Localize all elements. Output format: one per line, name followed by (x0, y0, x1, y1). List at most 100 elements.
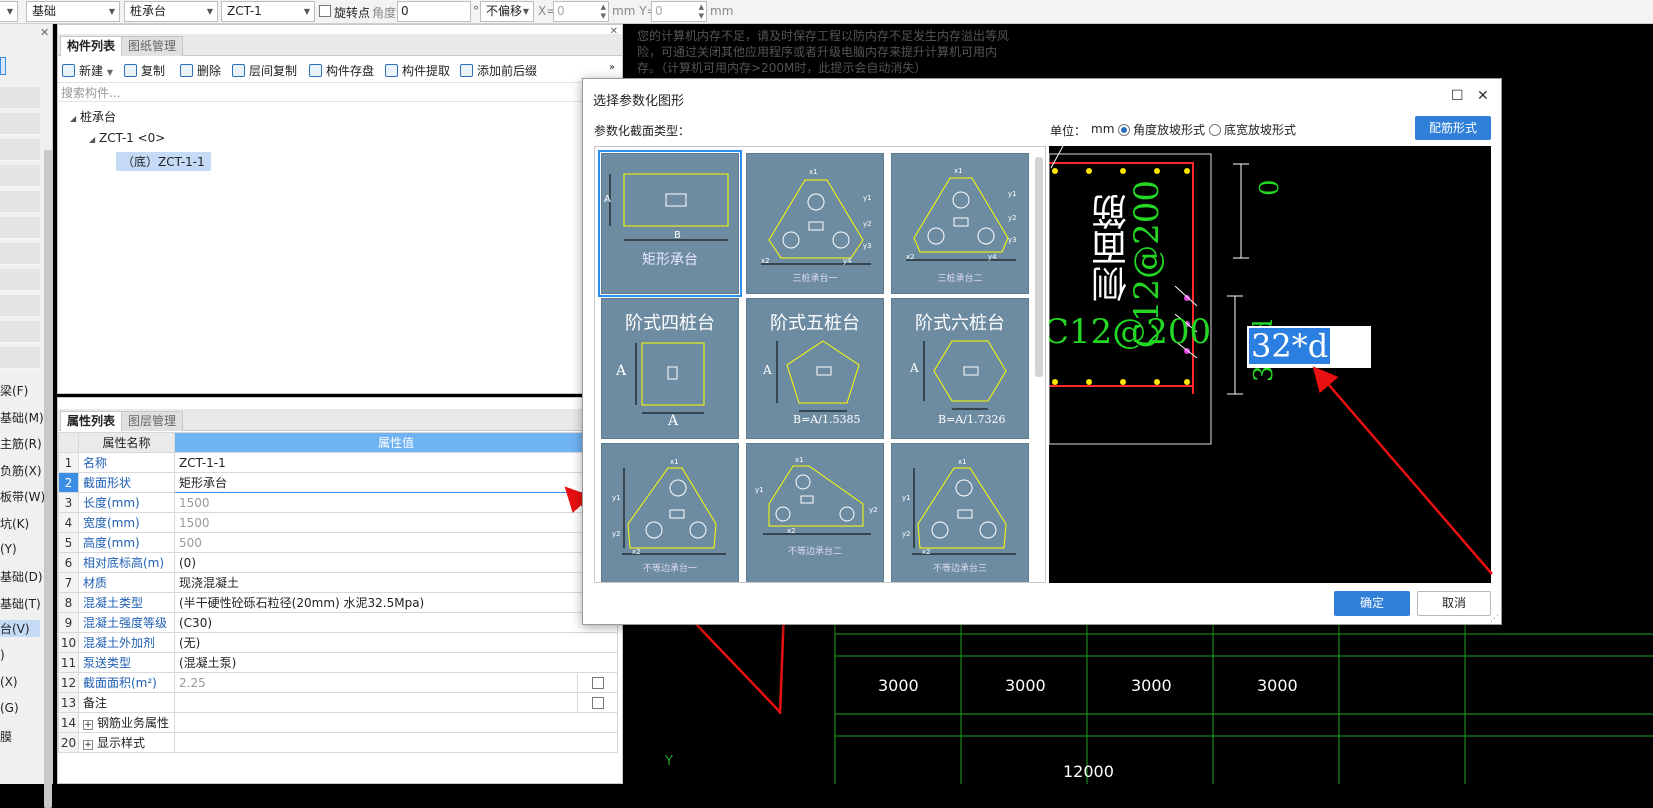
table-row[interactable]: 8 混凝土类型 (半干硬性砼砾石粒径(20mm) 水泥32.5Mpa) (58, 592, 618, 613)
nav-button[interactable] (0, 87, 40, 109)
nav-label[interactable]: 梁(F) (0, 382, 28, 399)
nav-selected-indicator[interactable] (0, 57, 6, 75)
radio-icon[interactable] (1118, 124, 1130, 136)
type-select[interactable]: 基础 ▼ (26, 1, 120, 22)
table-row[interactable]: 1 名称 ZCT-1-1 (58, 452, 618, 473)
row-checkbox[interactable] (591, 696, 604, 709)
tab-layer-manager[interactable]: 图层管理 (121, 411, 184, 431)
nav-button[interactable] (0, 269, 40, 291)
nav-button[interactable] (0, 321, 40, 343)
layer-select[interactable]: ▼ (0, 1, 18, 22)
dim-label: 3000 (1005, 676, 1046, 695)
table-row[interactable]: 20 + 显示样式 (58, 732, 618, 753)
thumb-step-six[interactable]: 阶式六桩台 A B=A/1.7326 (891, 298, 1029, 439)
radio-width[interactable]: 底宽放坡形式 (1209, 121, 1296, 138)
table-row[interactable]: 3 长度(mm) 1500 (58, 492, 618, 513)
nav-button[interactable] (0, 191, 40, 213)
dim-top-value[interactable]: 0 (1255, 179, 1285, 196)
nav-label[interactable]: (Y) (0, 542, 17, 556)
maximize-icon[interactable]: ☐ (1451, 88, 1464, 104)
left-scrollbar[interactable] (44, 150, 52, 808)
x-input[interactable]: 0 ▲ ▼ (553, 1, 609, 22)
resize-grip-icon[interactable]: ⋰ (1490, 614, 1499, 624)
tree-node-child[interactable]: ◢ ZCT-1 <0> (89, 131, 165, 145)
nav-button[interactable] (0, 347, 40, 369)
table-row[interactable]: 10 混凝土外加剂 (无) (58, 632, 618, 653)
thumb-unequal-1[interactable]: x1 x2 y1 y2 不等边承台一 (601, 443, 739, 582)
thumbnail-scrollbar[interactable] (1035, 157, 1043, 377)
nav-button[interactable] (0, 243, 40, 265)
table-row[interactable]: 12 截面面积(m²) 2.25 (58, 672, 618, 693)
config-button[interactable]: 配筋形式 (1415, 116, 1491, 140)
copy-button[interactable]: 复制 (124, 62, 165, 79)
item-select[interactable]: ZCT-1 ▼ (221, 1, 315, 22)
close-icon[interactable]: ✕ (1477, 88, 1489, 104)
rotate-checkbox[interactable] (319, 5, 331, 17)
table-row[interactable]: 4 宽度(mm) 1500 (58, 512, 618, 533)
thumb-step-four[interactable]: 阶式四桩台 A A (601, 298, 739, 439)
nav-label[interactable]: (X) (0, 675, 18, 689)
table-row[interactable]: 13 备注 (58, 692, 618, 713)
nav-button[interactable] (0, 165, 40, 187)
thumb-unequal-2[interactable]: x1 x2 y1 y2 不等边承台二 (746, 443, 884, 582)
nav-label-selected[interactable]: 台(V) (0, 620, 40, 637)
thumb-step-five[interactable]: 阶式五桩台 A B=A/1.5385 (746, 298, 884, 439)
expand-plus-icon[interactable]: + (83, 720, 93, 730)
nav-label[interactable]: 主筋(R) (0, 435, 42, 452)
save-component-button[interactable]: 构件存盘 (309, 62, 374, 79)
nav-label[interactable]: 基础(D) (0, 568, 43, 585)
cancel-button[interactable]: 取消 (1417, 591, 1491, 616)
nav-button[interactable] (0, 113, 40, 135)
table-row[interactable]: 14 + 钢筋业务属性 (58, 712, 618, 733)
nav-label[interactable]: 负筋(X) (0, 462, 42, 479)
extract-component-button[interactable]: 构件提取 (385, 62, 450, 79)
thumb-rect[interactable]: A B 矩形承台 (598, 150, 742, 297)
expand-plus-icon[interactable]: + (83, 740, 93, 750)
preview-edit-input[interactable]: 32*d (1247, 326, 1371, 368)
nav-label[interactable]: ) (0, 648, 5, 662)
y-input[interactable]: 0 ▲ ▼ (651, 1, 707, 22)
new-button[interactable]: 新建 ▼ (62, 62, 113, 79)
nav-label[interactable]: 板带(W) (0, 488, 45, 505)
nav-button[interactable] (0, 295, 40, 317)
component-select[interactable]: 桩承台 ▼ (124, 1, 218, 22)
angle-input[interactable]: 0 (397, 1, 471, 22)
table-row[interactable]: 9 混凝土强度等级 (C30) (58, 612, 618, 633)
thumb-three-pile-2[interactable]: x1 x2 y1 y2 y3 y4 三桩承台二 (891, 153, 1029, 294)
table-row[interactable]: 11 泵送类型 (混凝土泵) (58, 652, 618, 673)
floor-copy-button[interactable]: 层间复制 (232, 62, 297, 79)
component-list-panel: ✕ 构件列表 图纸管理 新建 ▼ 复制 删除 层间复制 构件存盘 构件提取 添加… (57, 24, 623, 394)
nav-label[interactable]: 坑(K) (0, 515, 29, 532)
thumb-three-pile-1[interactable]: x1 x2 y1 y2 y3 y4 三桩承台一 (746, 153, 884, 294)
tree-node-leaf[interactable]: （底）ZCT-1-1 (116, 152, 211, 171)
tab-property-list[interactable]: 属性列表 (60, 411, 123, 431)
table-row-selected[interactable]: 2截面形状矩形承台··· (58, 472, 618, 493)
table-row[interactable]: 6 相对底标高(m) (0) (58, 552, 618, 573)
radio-angle[interactable]: 角度放坡形式 (1118, 121, 1205, 138)
add-affix-button[interactable]: 添加前后缀 (460, 62, 537, 79)
ok-button[interactable]: 确定 (1334, 591, 1410, 616)
tree-node-root[interactable]: ◢ 桩承台 (70, 108, 116, 125)
collapse-arrow-icon[interactable]: ◢ (70, 114, 76, 123)
collapse-arrow-icon[interactable]: ◢ (89, 135, 95, 144)
table-row[interactable]: 7 材质 现浇混凝土 (58, 572, 618, 593)
nav-button[interactable] (0, 217, 40, 239)
tab-component-list[interactable]: 构件列表 (60, 36, 123, 56)
nav-label[interactable]: 膜 (0, 728, 12, 745)
nav-label[interactable]: (G) (0, 701, 19, 715)
offset-select[interactable]: 不偏移 ▼ (480, 1, 534, 22)
save-icon (309, 64, 322, 77)
close-icon[interactable]: ✕ (40, 26, 49, 39)
radio-icon[interactable] (1209, 124, 1221, 136)
delete-button[interactable]: 删除 (180, 62, 221, 79)
table-row[interactable]: 5 高度(mm) 500 (58, 532, 618, 553)
row-checkbox[interactable] (591, 676, 604, 689)
nav-button[interactable] (0, 139, 40, 161)
bottom-spec[interactable]: C12@200 (1049, 312, 1211, 352)
more-icon[interactable]: » (609, 62, 615, 73)
thumb-unequal-3[interactable]: x1 x2 y1 y2 不等边承台三 (891, 443, 1029, 582)
nav-label[interactable]: 基础(M) (0, 409, 44, 426)
component-search-input[interactable]: 搜索构件... (61, 84, 120, 101)
tab-drawing-manager[interactable]: 图纸管理 (121, 36, 184, 56)
nav-label[interactable]: 基础(T) (0, 595, 41, 612)
